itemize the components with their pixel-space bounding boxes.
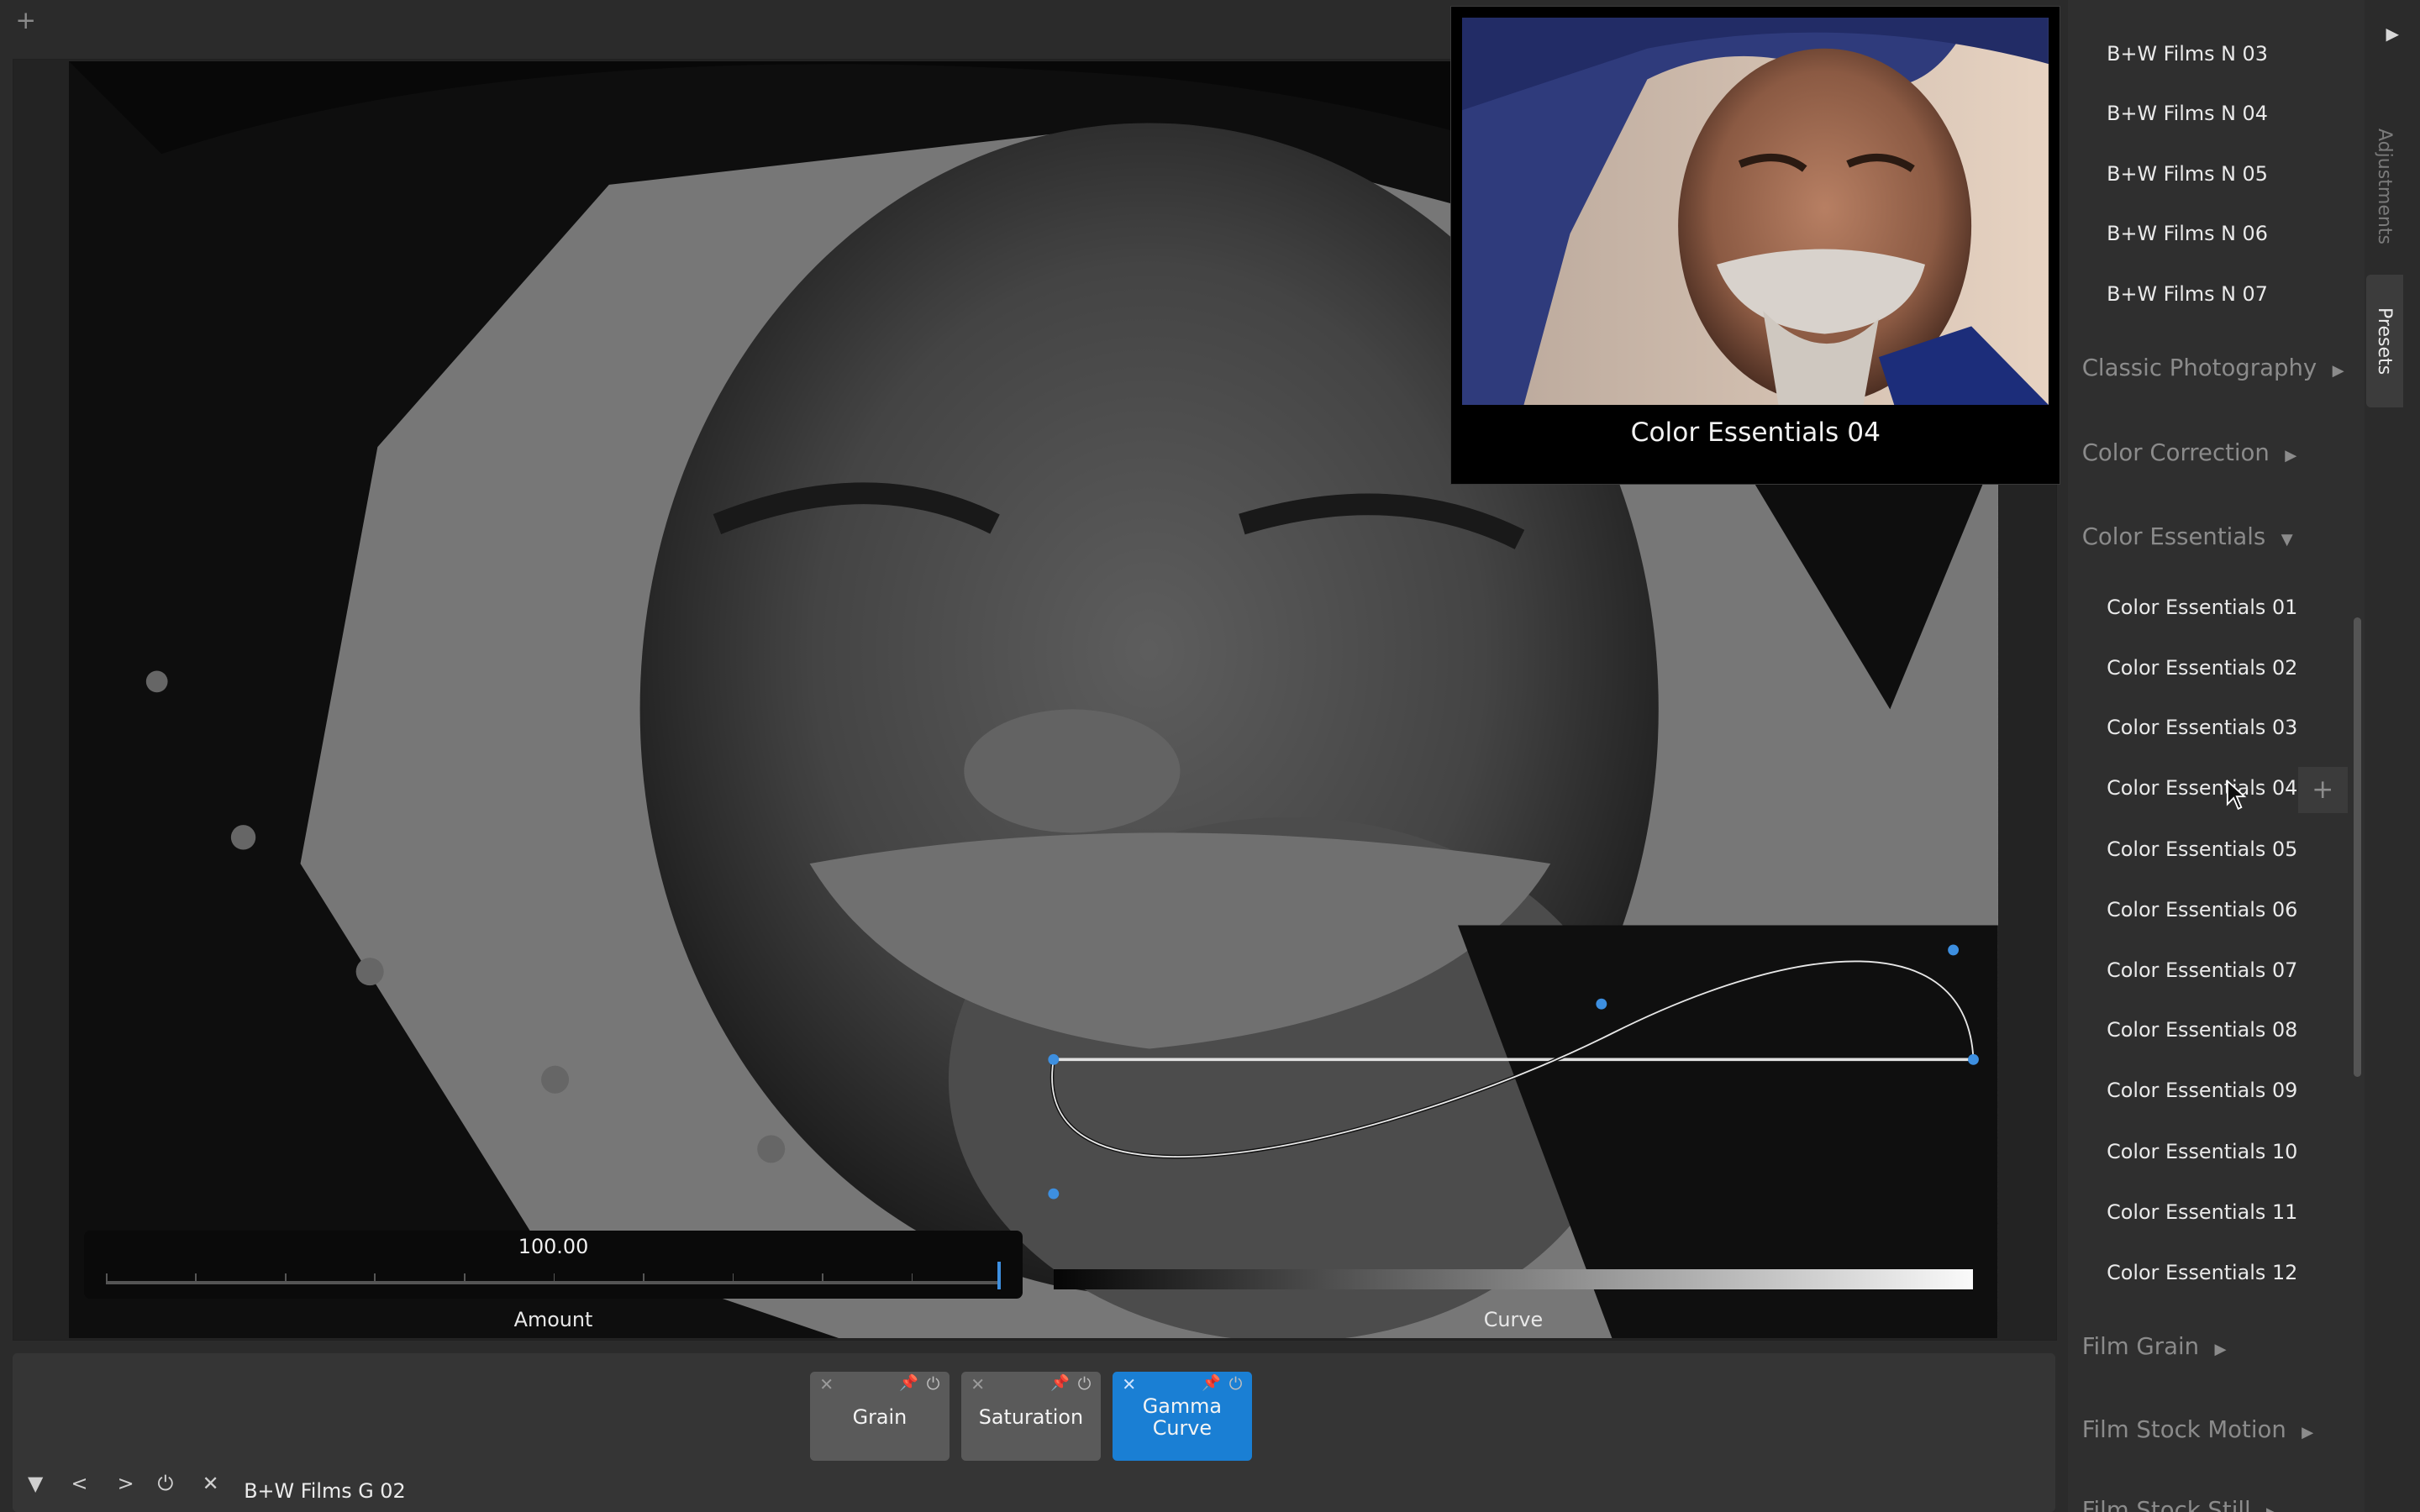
power-icon[interactable]: ⏻ <box>157 1472 173 1495</box>
preview-caption: Color Essentials 04 <box>1630 417 1881 448</box>
preset-item[interactable]: Color Essentials 10 <box>2107 1140 2297 1163</box>
category-label: Film Stock Motion <box>2081 1416 2286 1444</box>
preset-item[interactable]: B+W Films N 04 <box>2107 102 2268 125</box>
tab-label: Presets <box>2374 307 2396 375</box>
category-color-correction[interactable]: Color Correction ▶ <box>2082 439 2297 466</box>
expand-arrow-icon: ▶ <box>2285 447 2297 465</box>
category-film-stock-still[interactable]: Film Stock Still ▶ <box>2082 1497 2278 1512</box>
preset-item[interactable]: B+W Films N 06 <box>2107 222 2268 245</box>
preset-item[interactable]: Color Essentials 03 <box>2107 716 2297 739</box>
sidebar-scrollbar-thumb[interactable] <box>2353 617 2362 1077</box>
category-color-essentials[interactable]: Color Essentials ▼ <box>2082 523 2293 550</box>
category-label: Color Correction <box>2081 439 2270 467</box>
category-label: Film Stock Still <box>2081 1496 2251 1512</box>
add-tab-icon[interactable]: + <box>15 6 36 34</box>
amount-label: Amount <box>513 1307 593 1331</box>
category-label: Film Grain <box>2081 1332 2200 1360</box>
category-label: Classic Photography <box>2081 354 2317 382</box>
category-film-grain[interactable]: Film Grain ▶ <box>2082 1333 2227 1360</box>
collapse-arrow-icon: ▼ <box>2281 530 2293 549</box>
preset-item[interactable]: B+W Films N 05 <box>2107 162 2268 186</box>
amount-value: 100.00 <box>518 1235 589 1259</box>
menu-triangle-icon[interactable]: ▼ <box>28 1472 43 1495</box>
add-preset-plus-icon[interactable]: + <box>2297 766 2348 813</box>
preset-item[interactable]: Color Essentials 01 <box>2107 596 2297 619</box>
expand-arrow-icon: ▶ <box>2266 1504 2278 1512</box>
node-label: Saturation <box>978 1405 1084 1430</box>
preset-item[interactable]: B+W Films N 07 <box>2107 282 2268 306</box>
preset-item-hovered[interactable]: Color Essentials 04 <box>2107 776 2297 800</box>
tab-adjustments[interactable]: Adjustments <box>2366 118 2403 256</box>
presets-sidebar: B+W Films N 03 B+W Films N 04 B+W Films … <box>2068 0 2365 1512</box>
expand-arrow-icon: ▶ <box>2332 362 2344 381</box>
current-preset-name: B+W Films G 02 <box>244 1479 406 1504</box>
next-icon[interactable]: > <box>118 1472 134 1495</box>
node-label: Gamma Curve <box>1142 1394 1222 1440</box>
preset-item[interactable]: Color Essentials 05 <box>2107 837 2297 861</box>
preset-item[interactable]: Color Essentials 06 <box>2107 898 2297 921</box>
preset-item[interactable]: Color Essentials 11 <box>2107 1200 2297 1224</box>
curve-label: Curve <box>1483 1307 1544 1331</box>
amount-slider-thumb[interactable] <box>997 1261 1002 1289</box>
preset-item[interactable]: Color Essentials 02 <box>2107 656 2297 680</box>
node-gamma-curve[interactable]: ✕ 📌 ⏻ Gamma Curve <box>1113 1371 1252 1462</box>
footer-bar: ▼ < > ⏻ ✕ B+W Films G 02 <box>13 1472 939 1509</box>
preview-image <box>1462 18 2049 406</box>
preset-item[interactable]: Color Essentials 07 <box>2107 958 2297 982</box>
node-label: Grain <box>852 1405 908 1430</box>
node-grain[interactable]: ✕ 📌 ⏻ Grain <box>810 1371 950 1462</box>
mouse-cursor-icon <box>2226 779 2246 810</box>
amount-track[interactable] <box>105 1273 1002 1285</box>
curve-gradient-bar <box>1053 1268 1974 1289</box>
tab-presets[interactable]: Presets <box>2365 274 2403 407</box>
expand-arrow-icon: ▶ <box>2214 1340 2227 1358</box>
preset-preview-popup: Color Essentials 04 <box>1450 6 2061 485</box>
close-icon[interactable]: ✕ <box>203 1472 219 1495</box>
node-saturation[interactable]: ✕ 📌 ⏻ Saturation <box>961 1371 1101 1462</box>
preset-item[interactable]: Color Essentials 08 <box>2107 1018 2297 1042</box>
tab-label: Adjustments <box>2374 129 2396 245</box>
preset-item[interactable]: Color Essentials 12 <box>2107 1261 2297 1284</box>
category-classic-photography[interactable]: Classic Photography ▶ <box>2082 354 2344 381</box>
previous-icon[interactable]: < <box>71 1472 87 1495</box>
collapse-panel-icon[interactable]: ▶ <box>2386 24 2400 44</box>
amount-slider[interactable]: 100.00 <box>84 1230 1023 1299</box>
category-film-stock-motion[interactable]: Film Stock Motion ▶ <box>2082 1416 2314 1443</box>
category-label: Color Essentials <box>2081 522 2266 550</box>
preset-item[interactable]: Color Essentials 09 <box>2107 1079 2297 1102</box>
expand-arrow-icon: ▶ <box>2302 1424 2314 1442</box>
preset-item[interactable]: B+W Films N 03 <box>2107 42 2268 66</box>
